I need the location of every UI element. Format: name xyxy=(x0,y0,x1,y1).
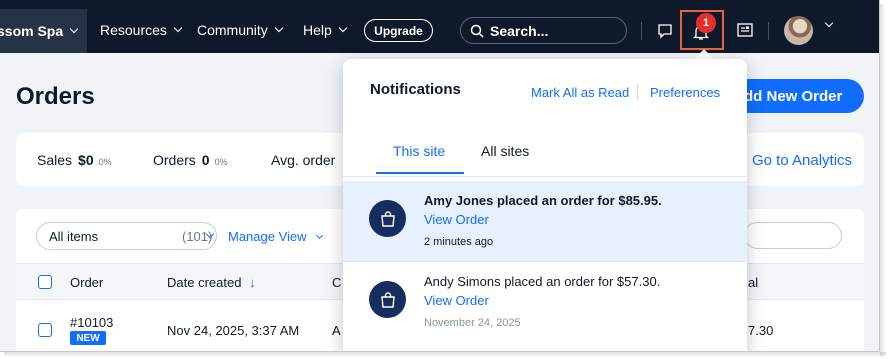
chevron-down-icon xyxy=(173,23,183,33)
order-col3: A xyxy=(332,323,341,338)
view-order-link[interactable]: View Order xyxy=(424,212,489,227)
tab-this-site[interactable]: This site xyxy=(393,143,445,159)
manage-view-button[interactable]: Manage View xyxy=(228,229,323,244)
row-checkbox[interactable] xyxy=(38,323,52,337)
notification-time: November 24, 2025 xyxy=(424,317,521,329)
header-order[interactable]: Order xyxy=(70,275,103,290)
nav-community[interactable]: Community xyxy=(197,22,284,38)
sort-down-icon: ↓ xyxy=(249,275,256,290)
chevron-down-icon xyxy=(274,23,284,33)
stat-sales-change: 0% xyxy=(98,157,112,167)
chevron-down-icon[interactable] xyxy=(824,18,834,28)
manage-view-label: Manage View xyxy=(228,229,307,244)
nav-help-label: Help xyxy=(303,22,332,38)
table-search-input[interactable] xyxy=(744,222,842,249)
stat-orders: Orders 0 0% xyxy=(153,152,228,168)
upgrade-button[interactable]: Upgrade xyxy=(364,19,433,42)
order-number[interactable]: #10103 xyxy=(70,315,113,330)
chat-icon[interactable] xyxy=(657,23,673,39)
window-shadow xyxy=(4,352,886,358)
avatar[interactable] xyxy=(784,16,813,45)
top-bar: ssom Spa Resources Community Help Upgrad… xyxy=(0,0,879,53)
header-date-label: Date created xyxy=(167,275,242,290)
notification-message: Andy Simons placed an order for $57.30. xyxy=(424,274,661,289)
notifications-panel: Notifications Mark All as Read Preferenc… xyxy=(343,59,747,351)
shopping-bag-icon xyxy=(369,281,406,318)
tab-all-sites[interactable]: All sites xyxy=(481,143,529,159)
filter-label: All items xyxy=(49,228,99,244)
notifications-title: Notifications xyxy=(370,81,461,98)
active-tab-indicator xyxy=(376,172,464,174)
divider xyxy=(343,176,747,177)
shopping-bag-icon xyxy=(369,200,406,237)
stat-orders-value: 0 xyxy=(201,152,210,168)
search-input[interactable]: Search... xyxy=(460,17,627,44)
chevron-down-icon xyxy=(338,23,348,33)
header-date-created[interactable]: Date created ↓ xyxy=(167,275,256,290)
preferences-link[interactable]: Preferences xyxy=(650,85,720,100)
divider xyxy=(637,84,638,100)
notification-badge: 1 xyxy=(696,13,716,33)
filter-dropdown[interactable]: All items (101) xyxy=(36,222,217,250)
nav-community-label: Community xyxy=(197,22,268,38)
chevron-down-icon xyxy=(315,231,323,239)
stat-sales-label: Sales xyxy=(37,152,73,168)
window-shadow xyxy=(880,4,886,356)
stat-orders-label: Orders xyxy=(153,152,196,168)
notification-item[interactable]: Andy Simons placed an order for $57.30. … xyxy=(343,262,747,342)
divider xyxy=(641,22,642,40)
nav-help[interactable]: Help xyxy=(303,22,348,38)
header-total[interactable]: al xyxy=(748,275,758,290)
chevron-down-icon xyxy=(69,24,79,34)
notification-time: 2 minutes ago xyxy=(424,236,494,248)
order-total: 7.30 xyxy=(748,323,774,338)
stat-sales-value: $0 xyxy=(78,152,94,168)
notification-message: Amy Jones placed an order for $85.95. xyxy=(424,193,662,208)
search-placeholder: Search... xyxy=(490,22,549,39)
nav-resources-label: Resources xyxy=(100,22,167,38)
search-icon xyxy=(470,24,484,38)
new-badge: NEW xyxy=(70,331,106,345)
stat-avg-label: Avg. order xyxy=(271,152,336,168)
stat-orders-change: 0% xyxy=(214,157,228,167)
inbox-card-icon[interactable] xyxy=(737,23,753,37)
nav-resources[interactable]: Resources xyxy=(100,22,183,38)
app-window: ssom Spa Resources Community Help Upgrad… xyxy=(0,0,880,352)
select-all-checkbox[interactable] xyxy=(38,275,52,289)
page-title: Orders xyxy=(16,83,95,110)
order-date: Nov 24, 2025, 3:37 AM xyxy=(167,323,300,338)
notification-item[interactable]: Amy Jones placed an order for $85.95. Vi… xyxy=(343,181,747,261)
stat-avg-order: Avg. order xyxy=(271,152,335,168)
site-name: ssom Spa xyxy=(0,23,64,39)
site-switcher[interactable]: ssom Spa xyxy=(0,9,87,53)
mark-all-read-link[interactable]: Mark All as Read xyxy=(531,85,629,100)
view-order-link[interactable]: View Order xyxy=(424,293,489,308)
header-col3[interactable]: C xyxy=(332,275,341,290)
go-to-analytics-link[interactable]: Go to Analytics xyxy=(752,152,852,169)
divider xyxy=(768,22,769,40)
stat-sales: Sales $0 0% xyxy=(37,152,112,168)
